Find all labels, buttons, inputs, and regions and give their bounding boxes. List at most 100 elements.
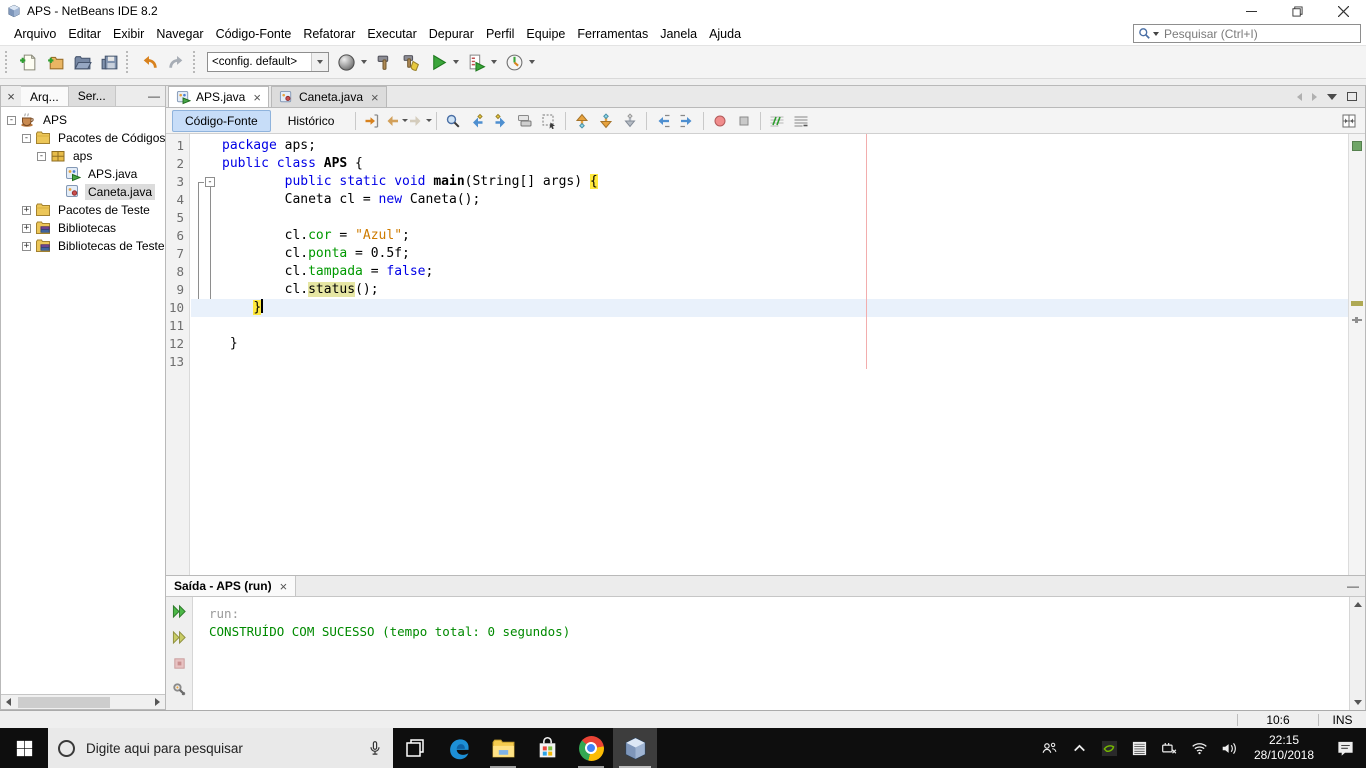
line-number[interactable]: 4 <box>166 191 189 209</box>
collapse-icon[interactable]: - <box>22 133 31 143</box>
volume-icon[interactable] <box>1216 728 1242 768</box>
code-line-11[interactable] <box>191 317 1348 335</box>
shift-line-right-icon[interactable] <box>675 110 699 132</box>
line-number[interactable]: 10 <box>166 299 189 317</box>
wifi-icon[interactable] <box>1186 728 1212 768</box>
scroll-tabs-left-icon[interactable] <box>1297 92 1302 101</box>
editor-tab-caneta-java[interactable]: Caneta.java × <box>270 86 387 107</box>
hidden-icons-chevron-icon[interactable] <box>1066 728 1092 768</box>
menu-janela[interactable]: Janela <box>654 24 703 44</box>
rectangular-selection-icon[interactable] <box>537 110 561 132</box>
set-configuration-dropdown-icon[interactable] <box>361 60 367 64</box>
stop-macro-recording-icon[interactable] <box>732 110 756 132</box>
config-select[interactable]: <config. default> <box>207 52 329 72</box>
find-previous-icon[interactable] <box>465 110 489 132</box>
tree-item-aps[interactable]: - APS <box>1 111 165 129</box>
split-document-icon[interactable] <box>1337 110 1361 132</box>
config-select-arrow-icon[interactable] <box>311 53 328 71</box>
panel-close-icon[interactable]: × <box>1 86 21 106</box>
ant-settings-icon[interactable] <box>169 679 190 700</box>
debug-project-button[interactable] <box>463 49 490 76</box>
open-project-button[interactable] <box>69 49 96 76</box>
start-macro-recording-icon[interactable] <box>708 110 732 132</box>
stripe-occurrence-mark[interactable] <box>1351 301 1363 306</box>
line-number[interactable]: 1 <box>166 137 189 155</box>
find-next-icon[interactable] <box>489 110 513 132</box>
scroll-right-icon[interactable] <box>150 695 165 709</box>
find-selection-icon[interactable] <box>441 110 465 132</box>
taskbar-store-button[interactable] <box>525 728 569 768</box>
navigate-back-icon[interactable] <box>384 110 409 132</box>
taskbar-edge-button[interactable] <box>437 728 481 768</box>
line-number[interactable]: 3 <box>166 173 189 191</box>
code-line-12[interactable]: } <box>191 335 1348 353</box>
taskbar-search-input[interactable]: Digite aqui para pesquisar <box>48 728 393 768</box>
menu-navegar[interactable]: Navegar <box>150 24 209 44</box>
shift-line-left-icon[interactable] <box>651 110 675 132</box>
taskbar-netbeans-button[interactable] <box>613 728 657 768</box>
scroll-tabs-right-icon[interactable] <box>1312 92 1317 101</box>
save-all-button[interactable] <box>96 49 123 76</box>
set-configuration-globe-icon[interactable] <box>333 49 360 76</box>
line-number[interactable]: 7 <box>166 245 189 263</box>
code-line-5[interactable] <box>191 209 1348 227</box>
line-number[interactable]: 2 <box>166 155 189 173</box>
profile-project-button[interactable] <box>501 49 528 76</box>
line-number[interactable]: 8 <box>166 263 189 281</box>
maximize-editor-icon[interactable] <box>1347 92 1357 101</box>
search-dropdown-icon[interactable] <box>1153 31 1159 36</box>
menu-perfil[interactable]: Perfil <box>480 24 520 44</box>
taskbar-file-explorer-button[interactable] <box>481 728 525 768</box>
code-editor[interactable]: 1 2 3 4 5 6 7 8 9 10 11 12 13 - package aps; public c… <box>166 134 1365 575</box>
build-project-button[interactable] <box>371 49 398 76</box>
output-vertical-scrollbar[interactable] <box>1349 597 1365 710</box>
toggle-highlight-search-icon[interactable] <box>513 110 537 132</box>
panel-minimize-icon[interactable]: — <box>143 86 165 106</box>
line-number[interactable]: 6 <box>166 227 189 245</box>
line-number[interactable]: 9 <box>166 281 189 299</box>
code-line-1[interactable]: package aps; <box>191 137 1348 155</box>
output-tab-close-icon[interactable]: × <box>280 579 288 594</box>
uncomment-icon[interactable] <box>789 110 813 132</box>
close-button[interactable] <box>1320 0 1366 22</box>
run-dropdown-icon[interactable] <box>453 60 459 64</box>
menu-ajuda[interactable]: Ajuda <box>703 24 747 44</box>
line-number[interactable]: 5 <box>166 209 189 227</box>
code-lines[interactable]: - package aps; public class APS { public … <box>191 134 1348 575</box>
minimize-button[interactable] <box>1228 0 1274 22</box>
editor-tab-aps-java[interactable]: APS.java × <box>168 86 269 107</box>
menu-executar[interactable]: Executar <box>361 24 422 44</box>
new-project-button[interactable] <box>42 49 69 76</box>
panel-tab-arq[interactable]: Arq... <box>21 86 69 106</box>
output-console[interactable]: run: CONSTRUÍDO COM SUCESSO (tempo total:… <box>193 597 1349 710</box>
collapse-icon[interactable]: - <box>7 115 16 125</box>
tree-item-bibliotecas[interactable]: + Bibliotecas <box>1 219 165 237</box>
tree-horizontal-scrollbar[interactable] <box>1 694 165 709</box>
menu-ferramentas[interactable]: Ferramentas <box>571 24 654 44</box>
scroll-down-icon[interactable] <box>1350 695 1365 710</box>
microphone-icon[interactable] <box>367 739 383 758</box>
tray-list-icon[interactable] <box>1126 728 1152 768</box>
output-tab[interactable]: Saída - APS (run) × <box>166 576 297 596</box>
taskbar-chrome-button[interactable] <box>569 728 613 768</box>
tree-item-bibliotecas-de-testes[interactable]: + Bibliotecas de Testes <box>1 237 165 255</box>
collapse-icon[interactable]: - <box>37 151 46 161</box>
quick-search-input[interactable]: Pesquisar (Ctrl+I) <box>1133 24 1361 43</box>
code-line-3[interactable]: public static void main(String[] args) { <box>191 173 1348 191</box>
scroll-left-icon[interactable] <box>1 695 16 709</box>
output-minimize-icon[interactable]: — <box>1341 576 1365 596</box>
menu-depurar[interactable]: Depurar <box>423 24 480 44</box>
taskbar-clock[interactable]: 22:15 28/10/2018 <box>1246 733 1322 763</box>
comment-icon[interactable] <box>765 110 789 132</box>
menu-exibir[interactable]: Exibir <box>107 24 150 44</box>
code-line-2[interactable]: public class APS { <box>191 155 1348 173</box>
tab-close-icon[interactable]: × <box>253 90 261 105</box>
scroll-up-icon[interactable] <box>1350 597 1365 612</box>
new-file-button[interactable] <box>15 49 42 76</box>
code-line-6[interactable]: cl.cor = "Azul"; <box>191 227 1348 245</box>
nvidia-tray-icon[interactable] <box>1096 728 1122 768</box>
task-view-button[interactable] <box>393 728 437 768</box>
fold-collapse-icon[interactable]: - <box>205 177 215 187</box>
expand-icon[interactable]: + <box>22 205 31 215</box>
view-button-hist-rico[interactable]: Histórico <box>275 110 348 132</box>
